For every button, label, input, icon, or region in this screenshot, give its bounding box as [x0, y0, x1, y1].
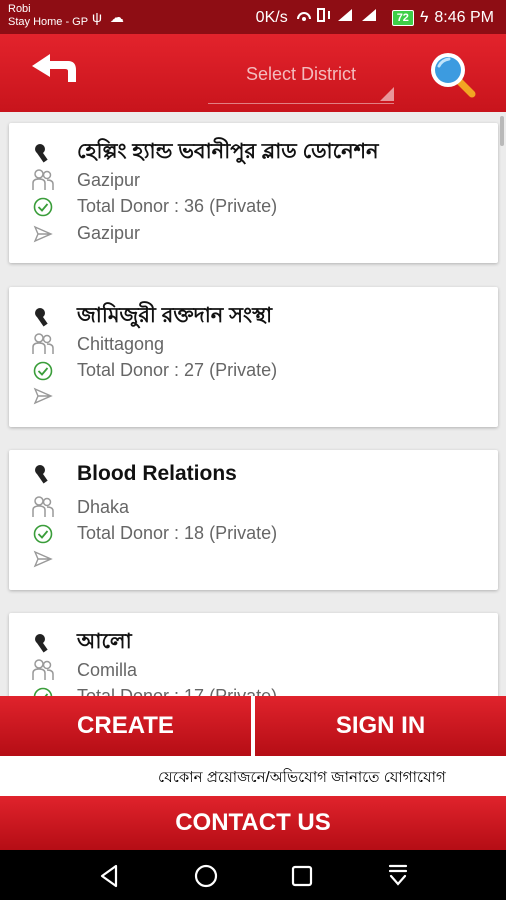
app-bar: Select District [0, 34, 506, 112]
card-donor-count: Total Donor : 18 (Private) [77, 523, 278, 543]
card-donor-row: Total Donor : 36 (Private) [9, 196, 277, 217]
card-title: Blood Relations [77, 462, 237, 485]
carrier-info: Robi Stay Home - GP [8, 3, 88, 29]
carrier-name: Robi [8, 3, 31, 15]
charging-icon: ϟ [419, 8, 429, 26]
back-arrow-icon [32, 54, 76, 82]
organization-card[interactable]: জামিজুরী রক্তদান সংস্থা Chittagong Total… [9, 287, 498, 427]
card-donor-count: Total Donor : 27 (Private) [77, 360, 278, 380]
search-button[interactable] [428, 50, 478, 100]
card-donor-row: Total Donor : 27 (Private) [9, 360, 277, 381]
organization-list[interactable]: হেল্পিং হ্যান্ড ভবানীপুর ব্লাড ডোনেশন Ga… [0, 112, 506, 696]
card-location-row: Chittagong [9, 333, 164, 355]
card-location: Comilla [77, 659, 138, 680]
organization-card[interactable]: Blood Relations Dhaka Total Donor : 18 (… [9, 450, 498, 590]
district-dropdown[interactable]: Select District [208, 56, 394, 104]
card-location: Chittagong [77, 333, 165, 354]
network-speed: 0K/s [255, 8, 288, 26]
signal-icons [294, 7, 386, 28]
wrench-icon [35, 143, 48, 162]
marquee-text: যেকোন প্রয়োজনে/অভিযোগ জানাতে যোগাযোগ [158, 769, 446, 786]
back-button[interactable] [28, 52, 80, 92]
battery-icon: 72 [391, 9, 414, 26]
card-location: Dhaka [77, 496, 130, 517]
search-icon [431, 53, 476, 98]
donor-group-icon [32, 659, 54, 680]
card-donor-count: Total Donor : 17 (Private) [77, 686, 278, 696]
check-circle-icon [33, 197, 53, 216]
card-location-row: Dhaka [9, 496, 129, 518]
nav-home-button[interactable] [192, 862, 220, 890]
create-button[interactable]: CREATE [0, 696, 251, 756]
clock: 8:46 PM [434, 8, 494, 26]
organization-card[interactable]: হেল্পিং হ্যান্ড ভবানীপুর ব্লাড ডোনেশন Ga… [9, 123, 498, 263]
card-address-row: Gazipur [9, 223, 140, 244]
system-nav-bar [0, 850, 506, 900]
donor-group-icon [32, 496, 54, 517]
status-bar: Robi Stay Home - GP ψ ☁ 0K/s 72 ϟ 8:46 P… [0, 0, 506, 34]
list-scrollbar[interactable] [500, 116, 504, 146]
nav-back-button[interactable] [96, 862, 124, 890]
carrier-secondary: Stay Home - GP [8, 16, 89, 28]
check-circle-icon [33, 687, 53, 696]
notification-icons: ψ ☁ [92, 9, 126, 25]
card-title: আলো [77, 630, 132, 653]
wrench-icon [35, 633, 48, 652]
card-title: হেল্পিং হ্যান্ড ভবানীপুর ব্লাড ডোনেশন [77, 140, 379, 163]
nav-notification-button[interactable] [384, 862, 412, 890]
check-circle-icon [33, 361, 53, 380]
send-icon [33, 387, 53, 405]
card-address-row [9, 550, 77, 568]
card-title-row: হেল্পিং হ্যান্ড ভবানীপুর ব্লাড ডোনেশন [9, 135, 379, 170]
card-donor-count: Total Donor : 36 (Private) [77, 196, 278, 216]
wrench-icon [35, 307, 48, 326]
triangle-back-icon [100, 864, 118, 888]
sign-in-button[interactable]: SIGN IN [255, 696, 506, 756]
notice-marquee: যেকোন প্রয়োজনে/অভিযোগ জানাতে যোগাযোগ [0, 756, 506, 796]
check-circle-icon [33, 524, 53, 543]
card-address-row [9, 387, 77, 405]
card-title-row: Blood Relations [9, 462, 237, 486]
donor-group-icon [32, 333, 54, 354]
wrench-icon [35, 465, 48, 484]
donor-group-icon [32, 169, 54, 190]
home-circle-icon [194, 864, 218, 888]
action-buttons: CREATE SIGN IN [0, 696, 506, 756]
card-donor-row: Total Donor : 18 (Private) [9, 523, 277, 544]
send-icon [33, 550, 53, 568]
card-title-row: জামিজুরী রক্তদান সংস্থা [9, 299, 272, 334]
recents-square-icon [291, 865, 313, 887]
card-location-row: Comilla [9, 659, 137, 681]
pull-down-icon [388, 864, 408, 886]
card-title: জামিজুরী রক্তদান সংস্থা [77, 304, 273, 327]
card-donor-row: Total Donor : 17 (Private) [9, 686, 277, 696]
card-address: Gazipur [77, 223, 141, 243]
card-location-row: Gazipur [9, 169, 140, 191]
district-placeholder: Select District [245, 64, 357, 84]
nav-recents-button[interactable] [288, 862, 316, 890]
dropdown-triangle-icon [380, 87, 394, 101]
organization-card[interactable]: আলো Comilla Total Donor : 17 (Private) [9, 613, 498, 696]
card-location: Gazipur [77, 169, 141, 190]
card-title-row: আলো [9, 625, 132, 660]
send-icon [33, 225, 53, 242]
status-right: 0K/s 72 ϟ 8:46 PM [256, 7, 494, 28]
contact-us-button[interactable]: CONTACT US [0, 796, 506, 850]
